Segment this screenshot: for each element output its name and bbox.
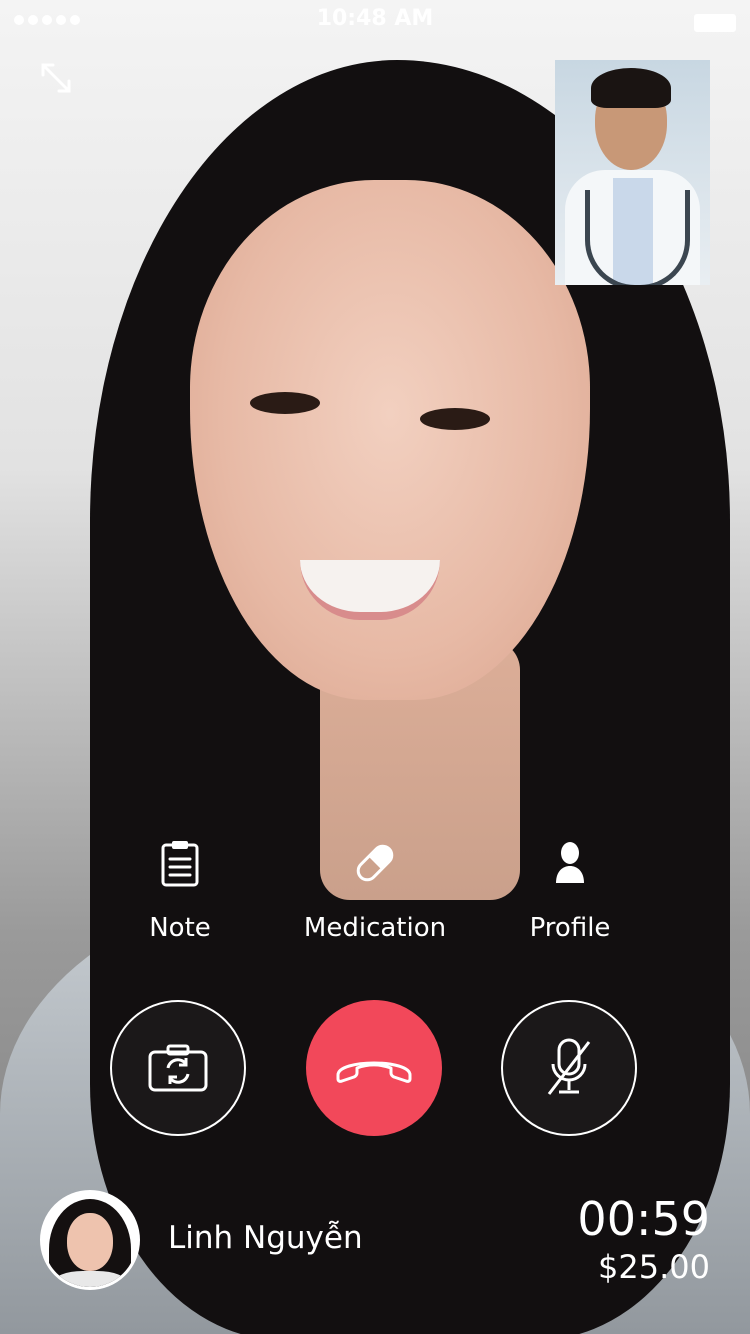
profile-label: Profile: [529, 913, 611, 943]
remote-video-face: [190, 180, 590, 700]
expand-icon: [41, 63, 71, 93]
clipboard-icon: [161, 841, 199, 887]
phone-hangup-icon: [336, 1061, 412, 1083]
medication-label: Medication: [303, 913, 447, 943]
pip-stethoscope: [585, 190, 690, 285]
pill-icon: [356, 844, 394, 882]
person-icon: [556, 842, 584, 883]
call-cost: $25.00: [598, 1248, 710, 1286]
note-label: Note: [149, 913, 211, 943]
medication-action[interactable]: Medication: [275, 835, 475, 943]
note-action[interactable]: Note: [80, 835, 280, 943]
end-call-button[interactable]: [306, 1000, 442, 1136]
switch-camera-button[interactable]: [110, 1000, 246, 1136]
pip-hair: [591, 68, 671, 108]
mute-button[interactable]: [501, 1000, 637, 1136]
battery-icon: [694, 14, 736, 32]
status-time: 10:48 AM: [316, 6, 434, 31]
camera-switch-icon: [148, 1044, 208, 1092]
profile-action[interactable]: Profile: [470, 835, 670, 943]
patient-avatar[interactable]: [40, 1190, 140, 1290]
remote-video-eye-right: [420, 408, 490, 430]
status-bar: 10:48 AM: [0, 0, 750, 40]
mic-off-icon: [547, 1038, 591, 1095]
self-video-preview[interactable]: [555, 60, 710, 285]
call-timer: 00:59: [577, 1192, 710, 1246]
patient-name: Linh Nguyễn: [168, 1220, 363, 1256]
remote-video-eye-left: [250, 392, 320, 414]
expand-button[interactable]: [34, 56, 78, 100]
